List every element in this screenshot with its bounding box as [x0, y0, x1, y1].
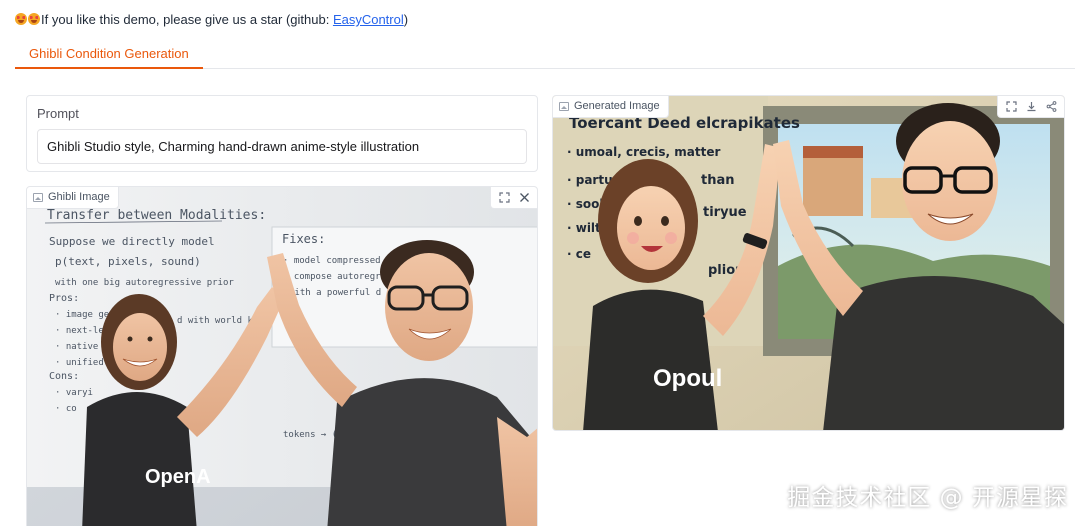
output-image-toolbar [997, 96, 1064, 118]
whiteboard-line: Pros: [49, 293, 79, 304]
close-icon[interactable] [514, 188, 534, 208]
banner-text: If you like this demo, please give us a … [41, 12, 333, 27]
fixes-line: with a powerful d [289, 288, 381, 298]
whiteboard-line: · native [55, 342, 98, 352]
input-image-toolbar [490, 187, 537, 209]
prompt-label: Prompt [37, 106, 79, 121]
input-photo: Transfer between Modalities: Suppose we … [27, 187, 537, 526]
whiteboard-line: · unified [55, 358, 104, 368]
whiteboard-line: Cons: [49, 371, 79, 382]
ghibli-image-upload[interactable]: Ghibli Image Transfer between Modalities… [26, 186, 538, 526]
github-link[interactable]: EasyControl [333, 12, 404, 27]
whiteboard-line: · image gen [55, 310, 115, 320]
image-icon [33, 193, 43, 202]
star-banner: If you like this demo, please give us a … [15, 12, 408, 27]
tab-bar: Ghibli Condition Generation [15, 40, 1075, 69]
image-icon [559, 102, 569, 111]
fullscreen-icon[interactable] [1001, 97, 1021, 117]
download-icon[interactable] [1021, 97, 1041, 117]
generated-image-label: Generated Image [553, 96, 669, 118]
ghibli-image-label: Ghibli Image [27, 187, 119, 209]
whiteboard-line: p(text, pixels, sound) [55, 255, 201, 268]
generated-image-panel: Generated Image Toercant Deed elcrapikat… [552, 95, 1065, 431]
prompt-panel: Prompt [26, 95, 538, 172]
board-line: · ce [567, 247, 591, 261]
whiteboard-line: · co [55, 404, 77, 414]
share-icon[interactable] [1041, 97, 1061, 117]
whiteboard-line: · next-lev [55, 326, 109, 336]
whiteboard-line: with one big autoregressive prior [55, 278, 234, 288]
shirt-text: Opoul [653, 365, 722, 392]
fixes-line: · compose autoregress [283, 272, 397, 282]
whiteboard-line: · varyi [55, 388, 93, 398]
banner-suffix: ) [403, 12, 409, 27]
board-word: than [701, 173, 735, 188]
board-word: tiryue [703, 205, 747, 220]
heart-eyes-emoji-icon [15, 12, 41, 27]
generated-illustration: Toercant Deed elcrapikates · umoal, crec… [553, 96, 1064, 430]
prompt-input[interactable] [37, 129, 527, 164]
shirt-text: OpenA [145, 466, 211, 488]
ghibli-image-label-text: Ghibli Image [48, 191, 110, 203]
fullscreen-icon[interactable] [494, 188, 514, 208]
board-line: · wilt [567, 221, 601, 235]
watermark-text: 掘金技术社区 @ 开源星探 [787, 485, 1068, 511]
board-line: · umoal, crecis, matter [567, 145, 720, 159]
whiteboard-line: Suppose we directly model [49, 235, 215, 248]
generated-image-label-text: Generated Image [574, 100, 660, 112]
whiteboard-title: Transfer between Modalities: [47, 208, 266, 223]
tab-ghibli-condition-generation[interactable]: Ghibli Condition Generation [15, 40, 203, 69]
fixes-title: Fixes: [282, 232, 325, 246]
